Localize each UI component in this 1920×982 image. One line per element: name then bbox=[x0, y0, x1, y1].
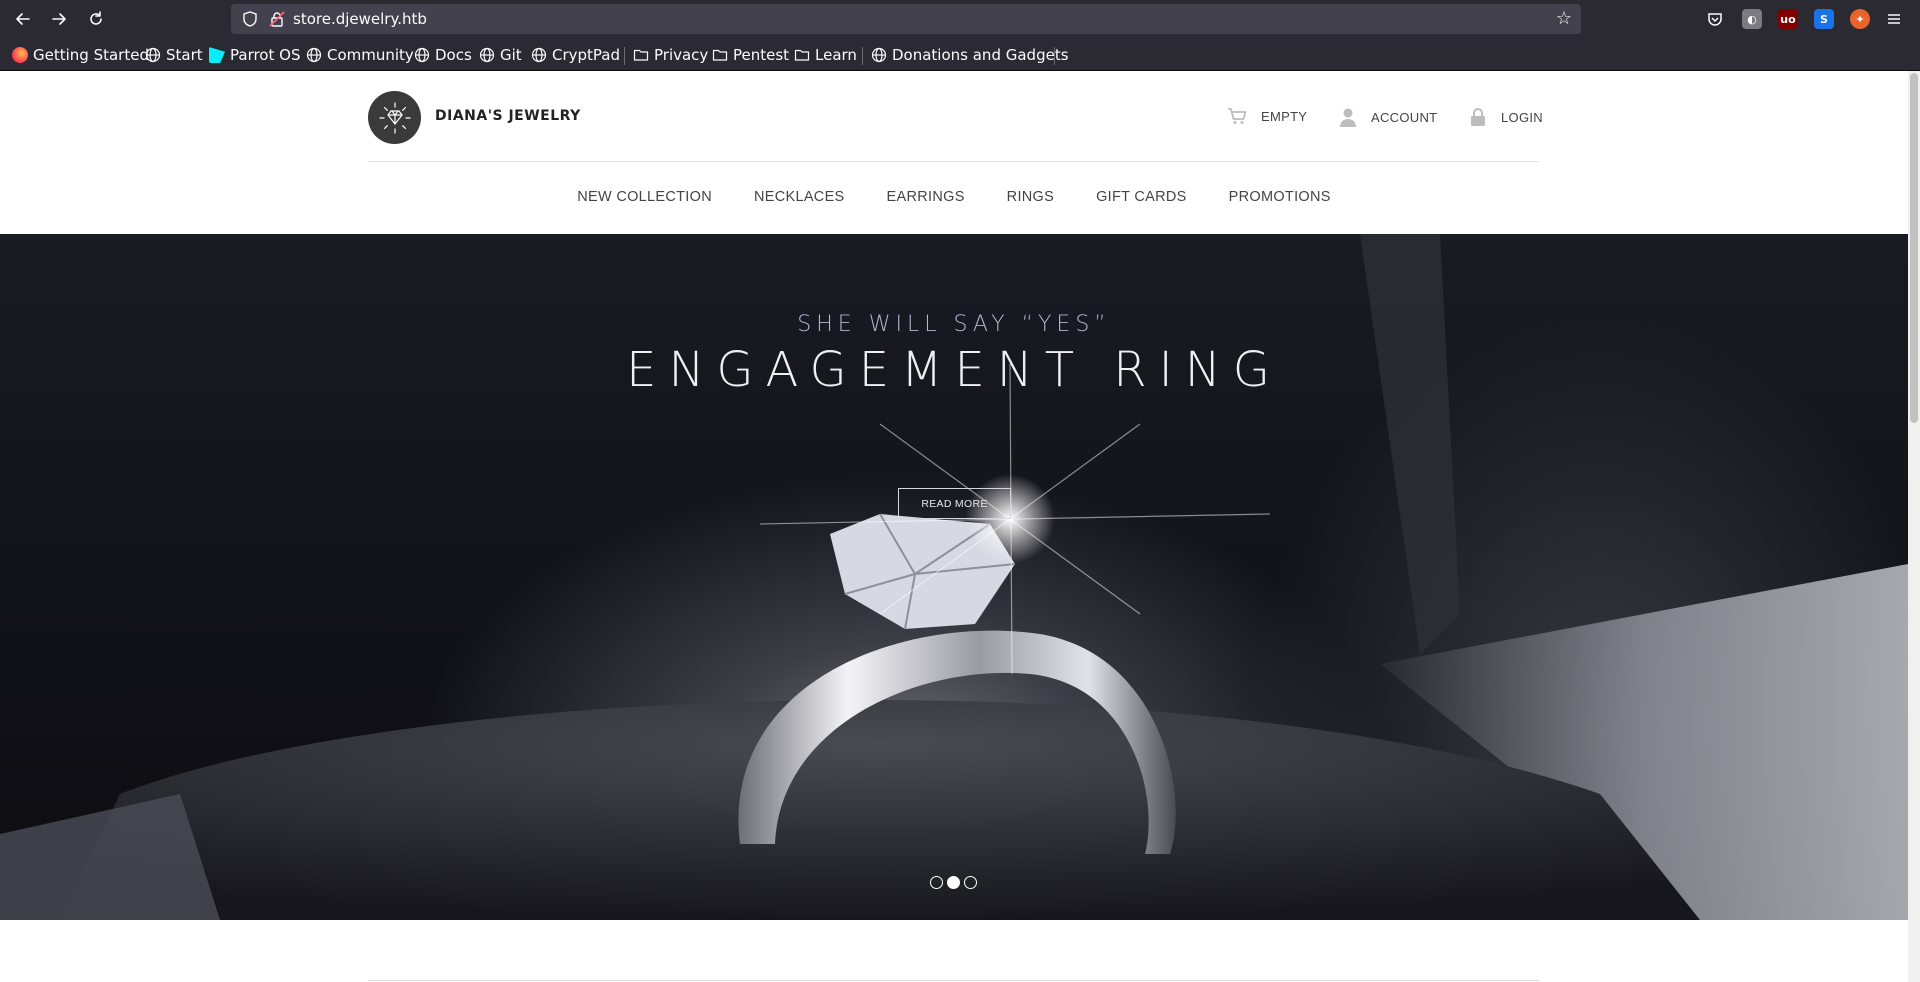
hero-title: ENGAGEMENT RING bbox=[626, 342, 1282, 398]
web-page: DIANA'S JEWELRY EMPTY ACCOUNT LOGIN NEW … bbox=[0, 71, 1920, 982]
login-link[interactable]: LOGIN bbox=[1469, 107, 1543, 127]
bookmark-label: Donations and Gadgets bbox=[892, 46, 1069, 64]
bookmark-separator bbox=[624, 47, 625, 65]
bookmark-folder-learn[interactable]: Learn bbox=[794, 45, 857, 65]
account-label: ACCOUNT bbox=[1371, 109, 1438, 125]
read-more-button[interactable]: READ MORE bbox=[898, 488, 1011, 519]
bookmark-label: Privacy bbox=[654, 46, 709, 64]
bookmark-separator bbox=[1054, 47, 1055, 65]
bookmark-label: CryptPad bbox=[552, 46, 621, 64]
bookmark-folder-pentest[interactable]: Pentest bbox=[712, 45, 789, 65]
page-scrollbar[interactable] bbox=[1908, 71, 1920, 982]
slide-dot-1[interactable] bbox=[930, 876, 943, 889]
insecure-lock-icon[interactable] bbox=[268, 10, 286, 28]
tracking-shield-icon[interactable] bbox=[241, 10, 259, 28]
main-navigation: NEW COLLECTION NECKLACES EARRINGS RINGS … bbox=[0, 189, 1908, 205]
account-link[interactable]: ACCOUNT bbox=[1339, 107, 1437, 127]
header-divider bbox=[368, 161, 1539, 162]
bookmarks-toolbar: Getting Started Start Parrot OS Communit… bbox=[0, 38, 1920, 71]
pocket-icon[interactable] bbox=[1705, 9, 1725, 29]
reload-icon bbox=[90, 11, 102, 25]
globe-icon bbox=[871, 47, 887, 63]
back-button[interactable] bbox=[11, 7, 35, 31]
nav-earrings[interactable]: EARRINGS bbox=[887, 189, 965, 205]
forward-button[interactable] bbox=[47, 7, 71, 31]
slider-pagination bbox=[930, 876, 977, 889]
browser-toolbar: store.djewelry.htb ☆ ◐ uo S ✦ bbox=[0, 0, 1920, 38]
nav-rings[interactable]: RINGS bbox=[1007, 189, 1054, 205]
diamond-logo-icon bbox=[378, 101, 411, 134]
hero-slider: SHE WILL SAY “YES” ENGAGEMENT RING READ … bbox=[0, 234, 1908, 920]
ublock-origin-icon[interactable]: uo bbox=[1778, 9, 1798, 29]
bookmark-label: Pentest bbox=[733, 46, 790, 64]
slide-dot-2[interactable] bbox=[947, 876, 960, 889]
folder-icon bbox=[712, 49, 728, 61]
menu-hamburger-icon[interactable] bbox=[1884, 9, 1904, 29]
nav-promotions[interactable]: PROMOTIONS bbox=[1229, 189, 1331, 205]
globe-icon bbox=[145, 47, 161, 63]
globe-icon bbox=[306, 47, 322, 63]
scrollbar-thumb[interactable] bbox=[1910, 73, 1918, 423]
globe-icon bbox=[479, 47, 495, 63]
bookmark-label: Community bbox=[327, 46, 414, 64]
bookmark-label: Docs bbox=[435, 46, 472, 64]
foxyproxy-icon[interactable]: ✦ bbox=[1850, 9, 1870, 29]
bookmark-start[interactable]: Start bbox=[145, 45, 203, 65]
nav-gift-cards[interactable]: GIFT CARDS bbox=[1096, 189, 1187, 205]
padlock-icon bbox=[1471, 108, 1485, 126]
cart-label: EMPTY bbox=[1261, 108, 1308, 124]
folder-icon bbox=[794, 49, 810, 61]
bookmark-label: Start bbox=[166, 46, 203, 64]
globe-icon bbox=[414, 47, 430, 63]
bookmark-label: Learn bbox=[815, 46, 857, 64]
bookmark-getting-started[interactable]: Getting Started bbox=[12, 45, 149, 65]
login-label: LOGIN bbox=[1501, 109, 1543, 125]
shopping-cart-icon bbox=[1228, 108, 1247, 124]
firefox-icon bbox=[12, 47, 28, 63]
bookmark-git[interactable]: Git bbox=[479, 45, 522, 65]
user-icon bbox=[1340, 108, 1356, 127]
extension-cookie-icon[interactable]: ◐ bbox=[1742, 9, 1762, 29]
bookmark-parrot-os[interactable]: Parrot OS bbox=[209, 45, 300, 65]
bookmark-star-icon[interactable]: ☆ bbox=[1553, 8, 1575, 30]
folder-icon bbox=[633, 49, 649, 61]
nav-necklaces[interactable]: NECKLACES bbox=[754, 189, 845, 205]
bookmark-label: Getting Started bbox=[33, 46, 149, 64]
url-text[interactable]: store.djewelry.htb bbox=[293, 10, 427, 28]
brand-name[interactable]: DIANA'S JEWELRY bbox=[435, 108, 581, 124]
arrow-left-icon bbox=[16, 13, 30, 25]
address-bar[interactable]: store.djewelry.htb ☆ bbox=[231, 4, 1581, 34]
bookmark-separator bbox=[862, 47, 863, 65]
site-logo[interactable] bbox=[368, 91, 421, 144]
nav-new-collection[interactable]: NEW COLLECTION bbox=[577, 189, 712, 205]
parrot-icon bbox=[209, 47, 225, 63]
bookmark-cryptpad[interactable]: CryptPad bbox=[531, 45, 620, 65]
bookmark-label: Git bbox=[500, 46, 522, 64]
bookmark-community[interactable]: Community bbox=[306, 45, 414, 65]
bookmark-folder-privacy[interactable]: Privacy bbox=[633, 45, 708, 65]
globe-icon bbox=[531, 47, 547, 63]
content-divider bbox=[368, 980, 1539, 981]
bookmark-donations-and-gadgets[interactable]: Donations and Gadgets bbox=[871, 45, 1069, 65]
bookmark-label: Parrot OS bbox=[230, 46, 301, 64]
slide-dot-3[interactable] bbox=[964, 876, 977, 889]
cart-link[interactable]: EMPTY bbox=[1227, 107, 1307, 125]
reload-button[interactable] bbox=[84, 7, 108, 31]
extension-s-icon[interactable]: S bbox=[1814, 9, 1834, 29]
bookmark-docs[interactable]: Docs bbox=[414, 45, 472, 65]
arrow-right-icon bbox=[52, 13, 66, 25]
hero-subtitle: SHE WILL SAY “YES” bbox=[797, 312, 1111, 337]
